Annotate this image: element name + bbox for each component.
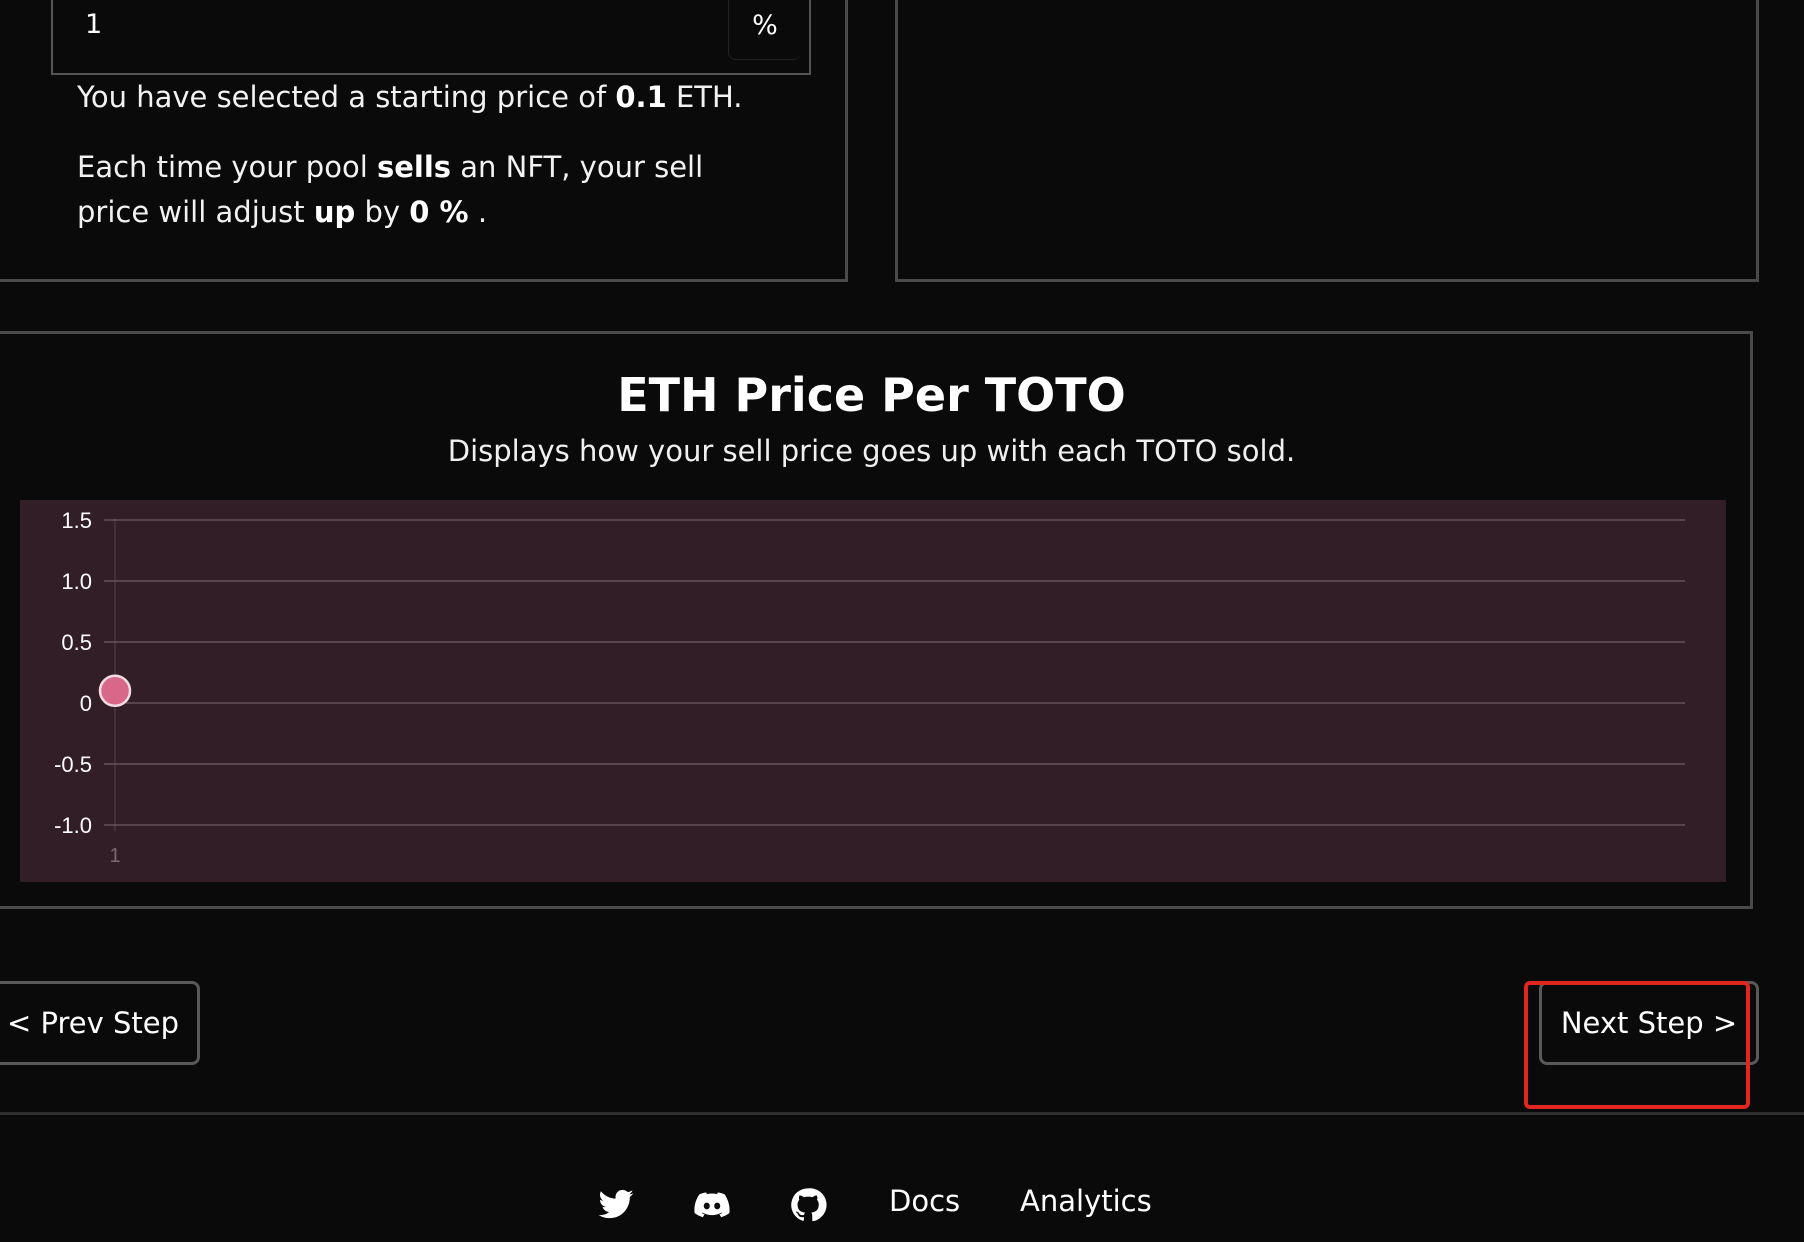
side-panel [895, 0, 1759, 282]
highlight-box [1524, 981, 1750, 1109]
pricing-panel: 1 % You have selected a starting price o… [0, 0, 848, 282]
msg-text: You have selected a starting price of [77, 80, 607, 114]
docs-link[interactable]: Docs [889, 1184, 960, 1218]
msg-bold: up [313, 195, 356, 229]
msg-bold: sells [376, 150, 452, 184]
start-price-value: 0.1 [615, 80, 667, 114]
chart-title: ETH Price Per TOTO [617, 368, 1126, 422]
twitter-icon[interactable] [597, 1186, 635, 1224]
chart-area: 1.5 1.0 0.5 0 -0.5 -1.0 1 [20, 500, 1726, 882]
starting-price-message: You have selected a starting price of 0.… [77, 75, 743, 120]
msg-text: ETH. [675, 80, 743, 114]
percent-input[interactable]: 1 % [51, 0, 811, 75]
data-point [98, 674, 132, 708]
price-chart: 1.5 1.0 0.5 0 -0.5 -1.0 1 [54, 508, 1685, 867]
y-tick-label: 0.5 [61, 630, 92, 655]
y-tick-label: -0.5 [54, 752, 92, 777]
github-icon[interactable] [789, 1186, 827, 1224]
y-tick-label: 0 [80, 691, 92, 716]
y-tick-label: 1.5 [61, 508, 92, 533]
msg-text: will adjust [158, 195, 305, 229]
analytics-link[interactable]: Analytics [1020, 1184, 1152, 1218]
chart-panel: ETH Price Per TOTO Displays how your sel… [0, 331, 1753, 909]
percent-unit-addon: % [728, 0, 801, 60]
y-tick-label: 1.0 [61, 569, 92, 594]
price-adjust-message: Each time your pool sells an NFT, your s… [77, 145, 757, 235]
y-tick-label: -1.0 [54, 813, 92, 838]
msg-text: . [477, 195, 488, 229]
prev-step-button[interactable]: < Prev Step [0, 981, 200, 1065]
msg-text: Each time your pool [77, 150, 368, 184]
msg-text: by [364, 195, 401, 229]
percent-input-value[interactable]: 1 [85, 9, 102, 40]
footer: Docs Analytics [0, 1180, 1804, 1230]
x-tick-label: 1 [109, 845, 120, 867]
percent-unit: % [752, 9, 778, 41]
footer-divider [0, 1112, 1804, 1115]
discord-icon[interactable] [693, 1186, 731, 1224]
delta-value: 0 % [409, 195, 469, 229]
chart-subtitle: Displays how your sell price goes up wit… [447, 434, 1296, 468]
